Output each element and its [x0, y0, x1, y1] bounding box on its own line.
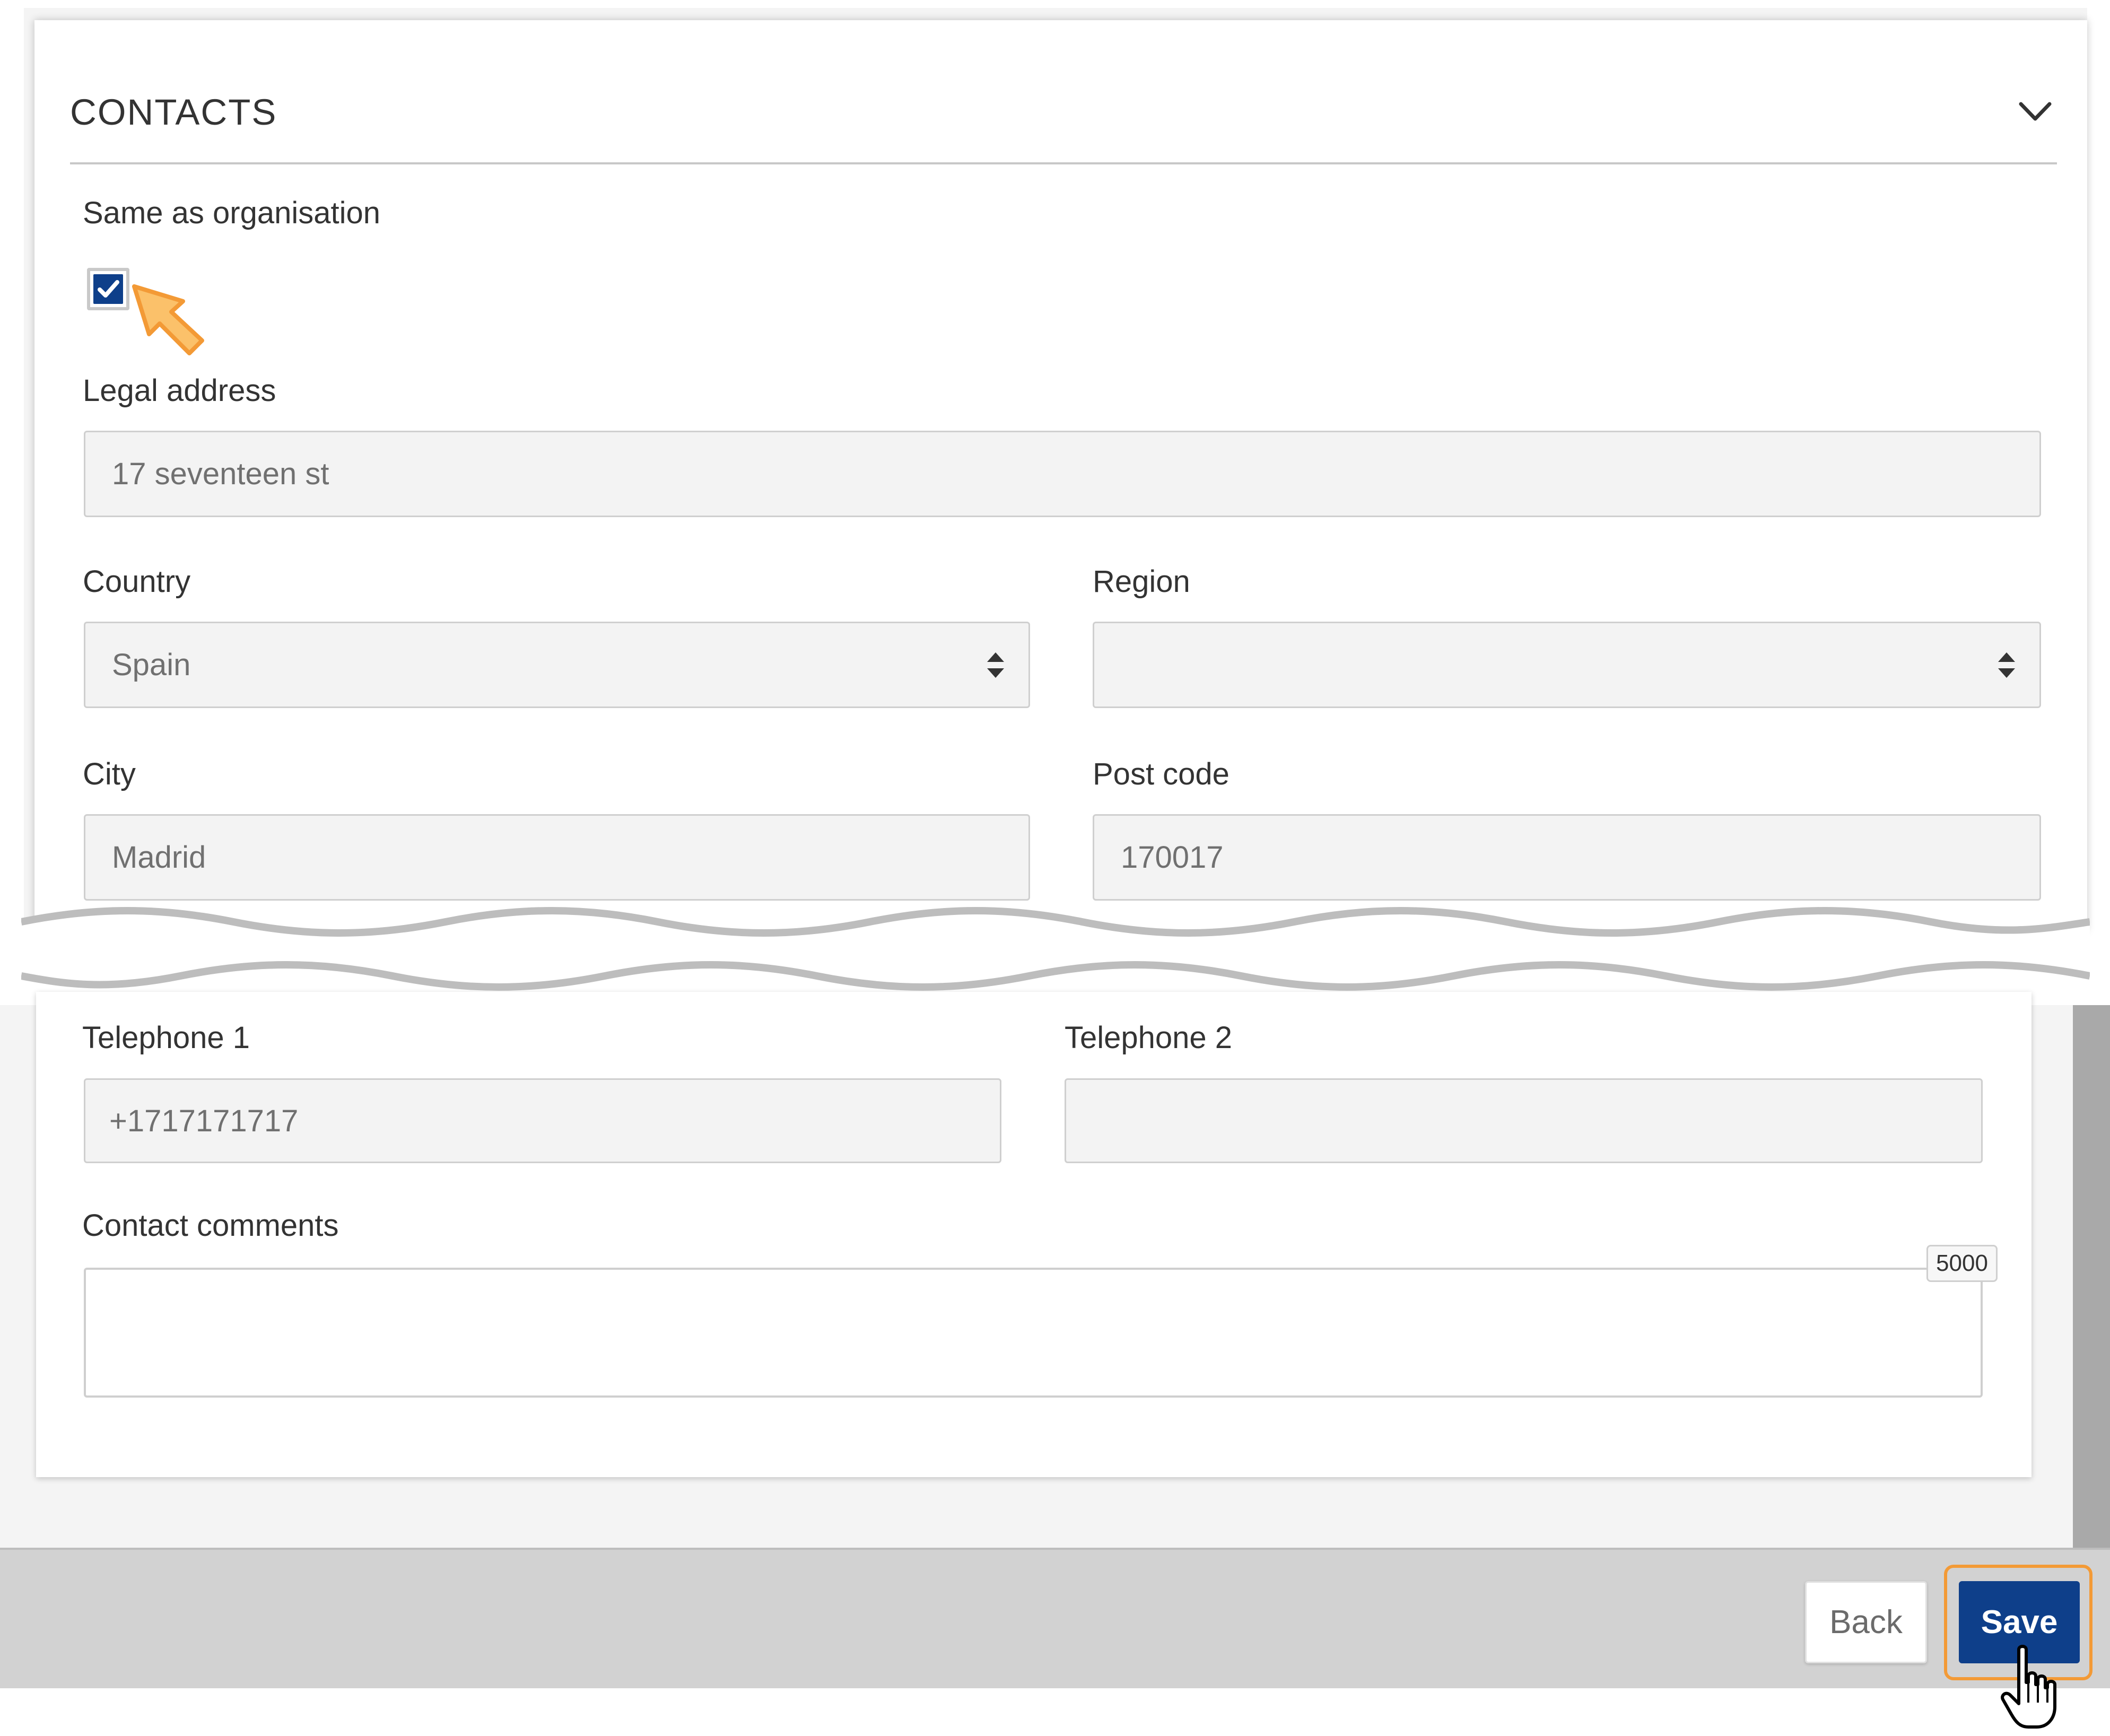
back-button[interactable]: Back: [1805, 1581, 1927, 1663]
telephone-1-label: Telephone 1: [82, 1020, 250, 1055]
char-limit-badge: 5000: [1926, 1245, 1998, 1282]
scrollbar-strip[interactable]: [2073, 1005, 2110, 1549]
checkbox-fill: [93, 274, 123, 304]
pointer-arrow-icon: [132, 284, 204, 355]
post-code-field[interactable]: 170017: [1093, 814, 2041, 901]
country-select[interactable]: Spain: [84, 622, 1030, 708]
torn-edge-separator: [21, 907, 2090, 991]
hand-cursor-icon: [2001, 1645, 2056, 1729]
city-value: Madrid: [112, 840, 206, 875]
section-title: CONTACTS: [70, 92, 277, 133]
country-value: Spain: [112, 648, 191, 682]
select-arrows-icon: [1998, 652, 2015, 678]
region-select[interactable]: [1093, 622, 2041, 708]
same-as-organisation-label: Same as organisation: [83, 196, 380, 230]
chevron-down-icon[interactable]: [2017, 95, 2054, 127]
select-arrows-icon: [987, 652, 1004, 678]
city-label: City: [83, 757, 136, 791]
same-as-organisation-checkbox[interactable]: [87, 268, 129, 310]
country-label: Country: [83, 564, 191, 599]
telephone-1-field[interactable]: +1717171717: [84, 1078, 1001, 1163]
post-code-label: Post code: [1093, 757, 1230, 791]
telephone-1-value: +1717171717: [109, 1103, 299, 1138]
city-field[interactable]: Madrid: [84, 814, 1030, 901]
post-code-value: 170017: [1121, 840, 1224, 875]
region-label: Region: [1093, 564, 1190, 599]
legal-address-field[interactable]: 17 seventeen st: [84, 431, 2041, 517]
checkmark-icon: [98, 280, 119, 298]
section-divider: [70, 162, 2057, 164]
telephone-2-label: Telephone 2: [1065, 1020, 1233, 1055]
footer-bar: [0, 1548, 2110, 1688]
contact-comments-textarea[interactable]: [84, 1268, 1983, 1398]
telephone-2-field[interactable]: [1065, 1078, 1983, 1163]
contact-comments-label: Contact comments: [82, 1208, 339, 1243]
legal-address-value: 17 seventeen st: [112, 457, 329, 491]
legal-address-label: Legal address: [83, 373, 276, 408]
